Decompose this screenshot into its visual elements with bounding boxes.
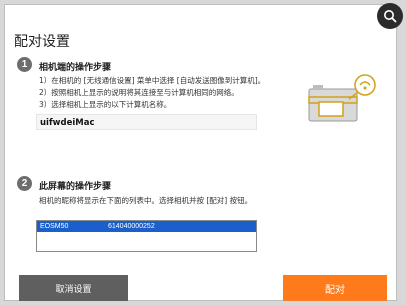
step-2-badge: 2: [17, 176, 32, 191]
camera-name: EOSM50: [40, 223, 69, 230]
cancel-setup-button[interactable]: 取消设置: [19, 275, 128, 301]
step-1-title: 相机端的操作步骤: [39, 63, 112, 73]
search-icon: [384, 10, 397, 23]
instruction-line: 3）选择相机上显示的以下计算机名称。: [39, 100, 172, 109]
step-1-instructions: 1）在相机的 [无线通信设置] 菜单中选择 [自动发送图像到计算机]。 2）按照…: [39, 75, 265, 111]
camera-list-row[interactable]: EOSM50 614040000252: [37, 221, 256, 232]
camera-list[interactable]: EOSM50 614040000252: [36, 220, 257, 252]
pair-button[interactable]: 配对: [283, 275, 387, 301]
camera-id: 614040000252: [108, 223, 155, 230]
instruction-line: 2）按照相机上显示的说明将其连接至与计算机相同的网络。: [39, 88, 239, 97]
camera-wifi-illustration: [308, 74, 376, 122]
computer-name-field: uifwdeiMac: [36, 114, 257, 130]
step-1-badge: 1: [17, 57, 32, 72]
step-2-description: 相机的昵称将显示在下面的列表中。选择相机并按 [配对] 按钮。: [39, 196, 253, 205]
step-2-title: 此屏幕的操作步骤: [39, 182, 112, 192]
search-button[interactable]: [377, 3, 403, 29]
instruction-line: 1）在相机的 [无线通信设置] 菜单中选择 [自动发送图像到计算机]。: [39, 76, 266, 85]
pairing-dialog: 配对设置 1 相机端的操作步骤 1）在相机的 [无线通信设置] 菜单中选择 [自…: [5, 5, 396, 301]
dialog-title: 配对设置: [14, 34, 70, 50]
